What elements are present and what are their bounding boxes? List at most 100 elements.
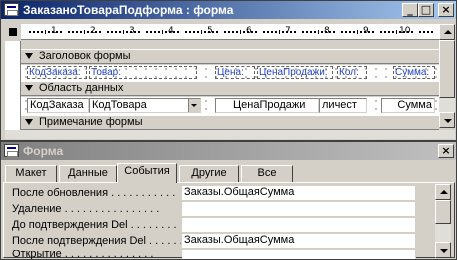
property-value-input[interactable] [182,218,416,233]
ruler-tick [138,31,141,33]
ruler-tick [145,31,148,33]
ruler-tick [71,31,74,33]
ruler-tick [348,31,351,33]
property-label: После обновления . . . . . . . . . . . [12,187,176,199]
label-sum[interactable]: Сумма: [393,66,435,79]
property-value-input[interactable] [182,202,416,217]
ruler-tick [368,31,371,33]
label-sale-price[interactable]: ЦенаПродажи: [257,66,333,79]
form-design-window: ЗаказаноТовараПодформа : форма _ □ × 1 2… [0,0,457,141]
ruler-tick [44,30,46,34]
ruler-tick [422,31,425,33]
property-value-input[interactable]: Заказы.ОбщаяСумма [182,186,416,201]
ruler-tick [177,31,180,33]
label-product[interactable]: Товар: [89,66,197,79]
ruler-tick [153,31,156,33]
close-button[interactable]: × [438,3,454,17]
ruler-tick [200,30,202,34]
form-header-section[interactable]: КодЗаказа: Товар: Цена: ЦенаПродажи: Кол… [21,65,439,81]
label-price[interactable]: Цена: [215,66,255,79]
horizontal-scrollbar[interactable] [5,130,455,139]
ruler-tick [309,31,312,33]
property-value-input[interactable]: Заказы.ОбщаяСумма [182,234,416,249]
vertical-ruler[interactable] [5,41,21,131]
ruler-tick [383,31,386,33]
vertical-scrollbar[interactable] [439,24,455,128]
ruler-tick [52,31,55,33]
property-label: Удаление . . . . . . . . . . . . . . . . [12,203,160,215]
ruler-tick [83,30,85,34]
section-bar-detail[interactable]: Область данных [21,81,439,96]
scroll-down-button[interactable] [439,112,455,128]
property-value-input[interactable] [182,250,416,259]
ruler-tick [118,31,121,33]
detail-section[interactable]: КодЗаказа КодТовара ЦенаПродажи личест С… [21,97,439,115]
form-selector-square-icon [9,28,17,36]
property-label: До подтверждения Del . . . . . . . . [12,219,177,231]
field-order-id[interactable]: КодЗаказа [27,98,89,113]
ruler-tick [266,31,269,33]
ruler-tick [79,31,82,33]
form-window-titlebar[interactable]: ЗаказаноТовараПодформа : форма _ □ × [1,1,456,19]
combo-product-value: КодТовара [92,99,147,111]
tab-layout[interactable]: Макет [5,165,57,182]
horizontal-ruler[interactable]: 1 2 3 4 5 6 7 8 9 10 [21,24,439,40]
scroll-thumb[interactable] [435,200,451,224]
ruler-tick [364,31,367,33]
properties-scrollbar[interactable] [435,184,451,258]
combo-product[interactable]: КодТовара [89,98,201,113]
ruler-tick [262,31,265,33]
ruler-tick [223,31,226,33]
ruler-tick [95,31,98,33]
ruler-tick [325,31,328,33]
property-row-after-del-confirm[interactable]: После подтверждения Del . . . . . . Зака… [9,234,417,250]
minimize-button[interactable]: _ [402,3,418,17]
ruler-tick [301,31,304,33]
ruler-tick [294,31,297,33]
field-sale-price[interactable]: ЦенаПродажи [215,98,319,113]
ruler-tick [48,31,51,33]
dropdown-arrow-icon[interactable] [188,99,200,112]
tab-events[interactable]: События [117,163,177,183]
property-row-before-del-confirm[interactable]: До подтверждения Del . . . . . . . . [9,218,417,234]
properties-titlebar[interactable]: Форма × [1,142,456,160]
label-quantity[interactable]: Кол: [337,66,367,79]
field-quantity[interactable]: личест [319,98,367,113]
ruler-tick [60,31,63,33]
ruler-tick [192,31,195,33]
scroll-down-button[interactable] [435,242,451,258]
property-row-delete[interactable]: Удаление . . . . . . . . . . . . . . . . [9,202,417,218]
tab-data[interactable]: Данные [59,165,117,182]
scroll-thumb[interactable] [439,40,455,98]
scroll-up-button[interactable] [435,184,451,200]
ruler-tick [407,31,410,33]
ruler-tick [106,31,109,33]
ruler-tick [126,31,129,33]
tab-all[interactable]: Все [241,165,293,182]
properties-close-button[interactable]: × [438,144,454,158]
ruler-tick [56,31,59,33]
ruler-tick [204,31,207,33]
section-bar-header[interactable]: Заголовок формы [21,49,439,64]
ruler-tick [36,31,39,33]
scroll-up-button[interactable] [439,24,455,40]
ruler-tick [317,30,319,34]
section-arrow-icon [25,85,33,92]
tab-other[interactable]: Другие [179,165,239,182]
ruler-tick [40,31,43,33]
maximize-button[interactable]: □ [418,3,434,17]
arrow-up-icon [440,190,448,194]
property-row-after-update[interactable]: После обновления . . . . . . . . . . . З… [9,186,417,202]
form-selector[interactable] [5,24,21,40]
ruler-tick [216,31,219,33]
property-row-open[interactable]: Открытие . . . . . . . . . . . . . . . [9,250,417,259]
ruler-tick [87,31,90,33]
label-order-id[interactable]: КодЗаказа: [27,66,87,79]
section-bar-footer[interactable]: Примечание формы [21,115,439,130]
arrow-down-icon [444,119,452,123]
section-arrow-icon [25,53,33,60]
ruler-tick [169,31,172,33]
ruler-tick [243,31,246,33]
property-label: После подтверждения Del . . . . . . [12,235,181,247]
field-sum[interactable]: Сумма [381,98,435,113]
